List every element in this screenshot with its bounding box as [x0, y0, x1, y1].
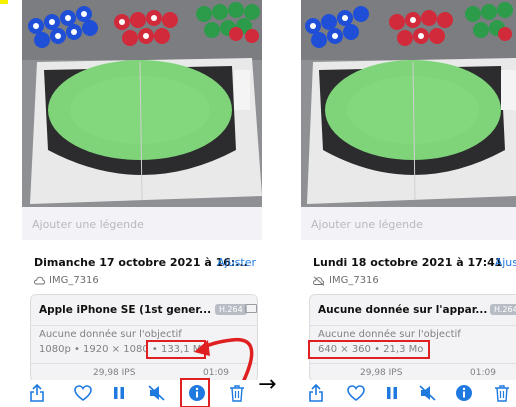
share-button[interactable] [305, 382, 327, 404]
pause-icon [114, 387, 124, 399]
capture-date: Lundi 18 octobre 2021 à 17:41 [313, 256, 503, 269]
info-button[interactable] [453, 382, 475, 404]
bottom-toolbar [301, 380, 516, 407]
heart-icon [347, 385, 365, 401]
filename: IMG_7316 [329, 275, 379, 286]
adjust-button[interactable]: Ajuster [217, 256, 256, 269]
trash-icon [495, 385, 509, 402]
mute-button[interactable] [146, 382, 168, 404]
frame-rate: 29,98 IPS [360, 368, 403, 378]
info-button-highlight-box [180, 378, 210, 407]
divider [310, 325, 516, 326]
capture-date: Dimanche 17 octobre 2021 à 16:... [34, 256, 248, 269]
device-name: Aucune donnée sur l'appar... [318, 304, 488, 316]
share-icon [30, 384, 44, 402]
codec-badge: H.264 [490, 304, 516, 315]
device-info-box: Aucune donnée sur l'appar... H.264 Aucun… [308, 294, 516, 382]
filename-row: IMG_7316 [34, 275, 99, 286]
filename-row: IMG_7316 [313, 275, 379, 286]
photo-viewer[interactable] [301, 0, 516, 207]
red-curved-arrow [194, 337, 254, 382]
adjust-button[interactable]: Ajus [495, 256, 516, 269]
trash-icon [230, 385, 244, 402]
info-icon [456, 385, 472, 401]
caption-input[interactable]: Ajouter une légende [311, 218, 423, 231]
lens-info: Aucune donnée sur l'objectif [318, 329, 461, 340]
pause-button[interactable] [108, 382, 130, 404]
resolution-specs: 1080p • 1920 × 1080 • [39, 344, 158, 355]
mute-icon [148, 385, 165, 401]
lens-info: Aucune donnée sur l'objectif [39, 329, 182, 340]
delete-button[interactable] [491, 382, 513, 404]
info-card: Lundi 18 octobre 2021 à 17:41 Ajus IMG_7… [301, 240, 516, 382]
share-button[interactable] [26, 382, 48, 404]
filename: IMG_7316 [49, 275, 99, 286]
photo-image [301, 0, 516, 207]
photo-viewer[interactable] [22, 0, 262, 207]
favorite-button[interactable] [345, 382, 367, 404]
favorite-button[interactable] [72, 382, 94, 404]
frame-rate: 29,98 IPS [93, 368, 136, 378]
mute-icon [419, 385, 436, 401]
transition-arrow: → [258, 372, 277, 397]
video-specs-highlight-box [308, 340, 430, 359]
photo-image [22, 0, 262, 207]
heart-icon [74, 385, 92, 401]
mute-button[interactable] [417, 382, 439, 404]
share-icon [309, 384, 323, 402]
delete-button[interactable] [226, 382, 248, 404]
duration: 01:09 [470, 368, 496, 378]
cloud-off-icon [313, 275, 325, 286]
yellow-highlight-mark [0, 0, 8, 4]
pause-button[interactable] [381, 382, 403, 404]
pause-icon [387, 387, 397, 399]
left-screenshot: Ajouter une légende Dimanche 17 octobre … [22, 0, 262, 407]
caption-input[interactable]: Ajouter une légende [32, 218, 144, 231]
right-screenshot: Ajouter une légende Lundi 18 octobre 202… [301, 0, 516, 407]
bottom-toolbar [22, 378, 262, 407]
cloud-icon [34, 276, 45, 285]
